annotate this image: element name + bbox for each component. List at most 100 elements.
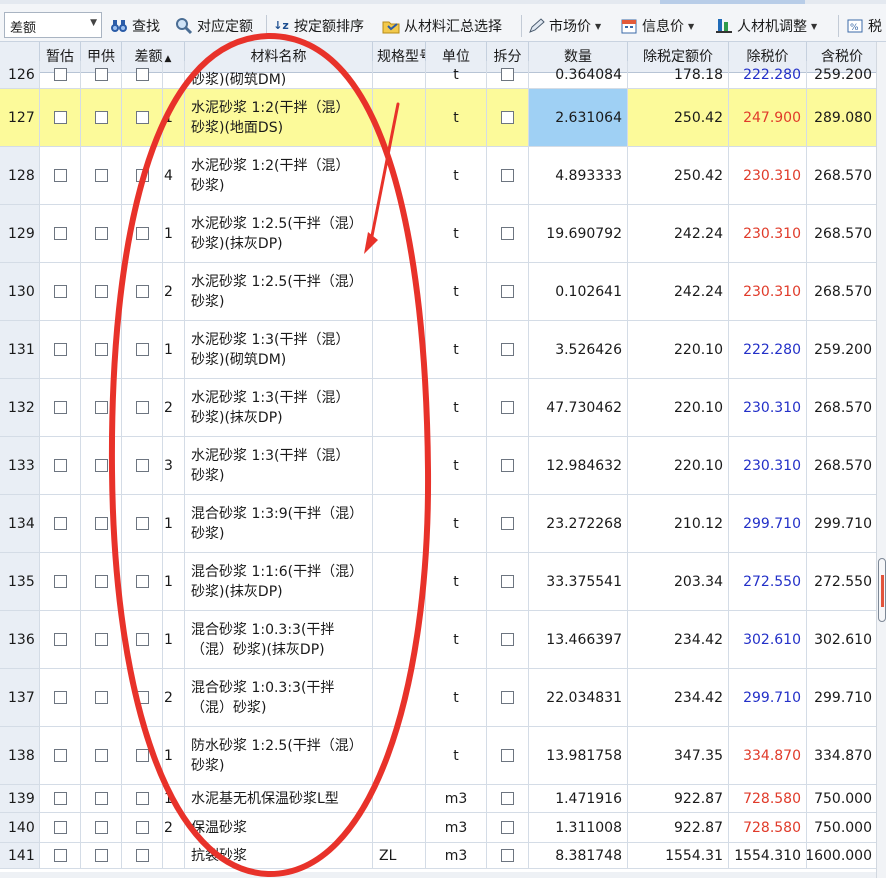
pretax-price-cell[interactable]: 272.550 [729,553,807,611]
diff-checkbox-cell[interactable] [122,727,163,785]
quantity-cell[interactable]: 1.471916 [529,785,628,813]
table-row[interactable]: 137 2 混合砂浆 1:0.3:3(干拌 （混）砂浆) t 22.034831 234.4… [0,669,878,727]
checkbox[interactable] [135,343,149,356]
spec-cell[interactable] [373,147,426,205]
checkbox[interactable] [135,111,149,124]
checkbox[interactable] [94,343,108,356]
owner-supply-checkbox-cell[interactable] [81,553,122,611]
table-row[interactable]: 131 1 水泥砂浆 1:3(干拌（混） 砂浆)(砌筑DM) t 3.526426 220.… [0,321,878,379]
checkbox[interactable] [501,68,514,81]
owner-supply-checkbox-cell[interactable] [81,437,122,495]
material-name-cell[interactable]: 混合砂浆 1:0.3:3(干拌 （混）砂浆)(抹灰DP) [185,611,373,669]
spec-cell[interactable] [373,61,426,89]
spec-cell[interactable] [373,669,426,727]
provisional-checkbox-cell[interactable] [40,813,81,843]
owner-supply-checkbox-cell[interactable] [81,785,122,813]
split-checkbox-cell[interactable] [487,495,529,553]
diff-checkbox-cell[interactable] [122,379,163,437]
unit-cell[interactable]: t [426,263,487,321]
split-checkbox-cell[interactable] [487,147,529,205]
pretax-price-cell[interactable]: 222.280 [729,61,807,89]
checkbox[interactable] [94,68,108,81]
tax-inclusive-price-cell[interactable]: 259.200 [807,321,878,379]
split-checkbox-cell[interactable] [487,611,529,669]
provisional-checkbox-cell[interactable] [40,495,81,553]
spec-cell[interactable] [373,553,426,611]
checkbox[interactable] [135,285,149,298]
checkbox[interactable] [135,459,149,472]
checkbox[interactable] [53,749,67,762]
checkbox[interactable] [501,343,514,356]
provisional-checkbox-cell[interactable] [40,669,81,727]
checkbox[interactable] [94,401,108,414]
material-name-cell[interactable]: 水泥砂浆 1:2(干拌（混） 砂浆) [185,147,373,205]
match-quota-button[interactable]: 对应定额 [175,13,253,39]
checkbox[interactable] [135,749,149,762]
table-row[interactable]: 133 3 水泥砂浆 1:3(干拌（混） 砂浆) t 12.984632 220.10 230… [0,437,878,495]
spec-cell[interactable] [373,611,426,669]
diff-checkbox-cell[interactable] [122,205,163,263]
split-checkbox-cell[interactable] [487,785,529,813]
find-button[interactable]: 查找 [110,13,160,39]
checkbox[interactable] [135,68,149,81]
pretax-price-cell[interactable]: 230.310 [729,263,807,321]
checkbox[interactable] [501,169,514,182]
table-row[interactable]: 141 抗裂砂浆 ZL m3 8.381748 1554.31 1554.310 1600.0… [0,843,878,869]
checkbox[interactable] [53,575,67,588]
table-row[interactable]: 129 1 水泥砂浆 1:2.5(干拌（混） 砂浆)(抹灰DP) t 19.690792 2… [0,205,878,263]
checkbox[interactable] [135,227,149,240]
checkbox[interactable] [53,343,67,356]
table-row[interactable]: 130 2 水泥砂浆 1:2.5(干拌（混） 砂浆) t 0.102641 242.24 23… [0,263,878,321]
unit-cell[interactable]: t [426,205,487,263]
spec-cell[interactable] [373,321,426,379]
pretax-price-cell[interactable]: 302.610 [729,611,807,669]
diff-checkbox-cell[interactable] [122,669,163,727]
split-checkbox-cell[interactable] [487,379,529,437]
tax-button[interactable]: % 税 [846,13,882,39]
owner-supply-checkbox-cell[interactable] [81,379,122,437]
quantity-cell[interactable]: 0.102641 [529,263,628,321]
pretax-price-cell[interactable]: 230.310 [729,379,807,437]
split-checkbox-cell[interactable] [487,89,529,147]
quantity-cell[interactable]: 3.526426 [529,321,628,379]
checkbox[interactable] [501,691,514,704]
tax-inclusive-price-cell[interactable]: 750.000 [807,813,878,843]
pretax-price-cell[interactable]: 334.870 [729,727,807,785]
table-row[interactable]: 135 1 混合砂浆 1:1:6(干拌（混） 砂浆)(抹灰DP) t 33.375541 2… [0,553,878,611]
checkbox[interactable] [53,68,67,81]
table-row[interactable]: 136 1 混合砂浆 1:0.3:3(干拌 （混）砂浆)(抹灰DP) t 13.46639… [0,611,878,669]
checkbox[interactable] [135,517,149,530]
unit-cell[interactable]: m3 [426,813,487,843]
checkbox[interactable] [53,691,67,704]
filter-dropdown[interactable]: 差额 ▼ [4,12,102,38]
tax-inclusive-price-cell[interactable]: 268.570 [807,263,878,321]
tax-inclusive-price-cell[interactable]: 302.610 [807,611,878,669]
material-name-cell[interactable]: 混合砂浆 1:3:9(干拌（混） 砂浆) [185,495,373,553]
pretax-price-cell[interactable]: 299.710 [729,669,807,727]
pretax-price-cell[interactable]: 222.280 [729,321,807,379]
provisional-checkbox-cell[interactable] [40,379,81,437]
checkbox[interactable] [94,691,108,704]
material-name-cell[interactable]: 水泥砂浆 1:2.5(干拌（混） 砂浆)(抹灰DP) [185,205,373,263]
spec-cell[interactable] [373,89,426,147]
quantity-cell[interactable]: 22.034831 [529,669,628,727]
diff-checkbox-cell[interactable] [122,495,163,553]
unit-cell[interactable]: m3 [426,843,487,869]
checkbox[interactable] [501,111,514,124]
quantity-cell[interactable]: 19.690792 [529,205,628,263]
material-name-cell[interactable]: 保温砂浆 [185,813,373,843]
table-row[interactable]: 138 1 防水砂浆 1:2.5(干拌（混） 砂浆) t 13.981758 347.35 3… [0,727,878,785]
tax-inclusive-price-cell[interactable]: 289.080 [807,89,878,147]
material-name-cell[interactable]: 水泥基无机保温砂浆L型 [185,785,373,813]
material-name-cell[interactable]: 防水砂浆 1:2.5(干拌（混） 砂浆) [185,727,373,785]
checkbox[interactable] [94,821,108,834]
split-checkbox-cell[interactable] [487,553,529,611]
checkbox[interactable] [501,459,514,472]
quantity-cell[interactable]: 4.893333 [529,147,628,205]
diff-checkbox-cell[interactable] [122,843,163,869]
checkbox[interactable] [94,749,108,762]
quantity-cell[interactable]: 23.272268 [529,495,628,553]
checkbox[interactable] [94,285,108,298]
owner-supply-checkbox-cell[interactable] [81,611,122,669]
pretax-price-cell[interactable]: 230.310 [729,147,807,205]
